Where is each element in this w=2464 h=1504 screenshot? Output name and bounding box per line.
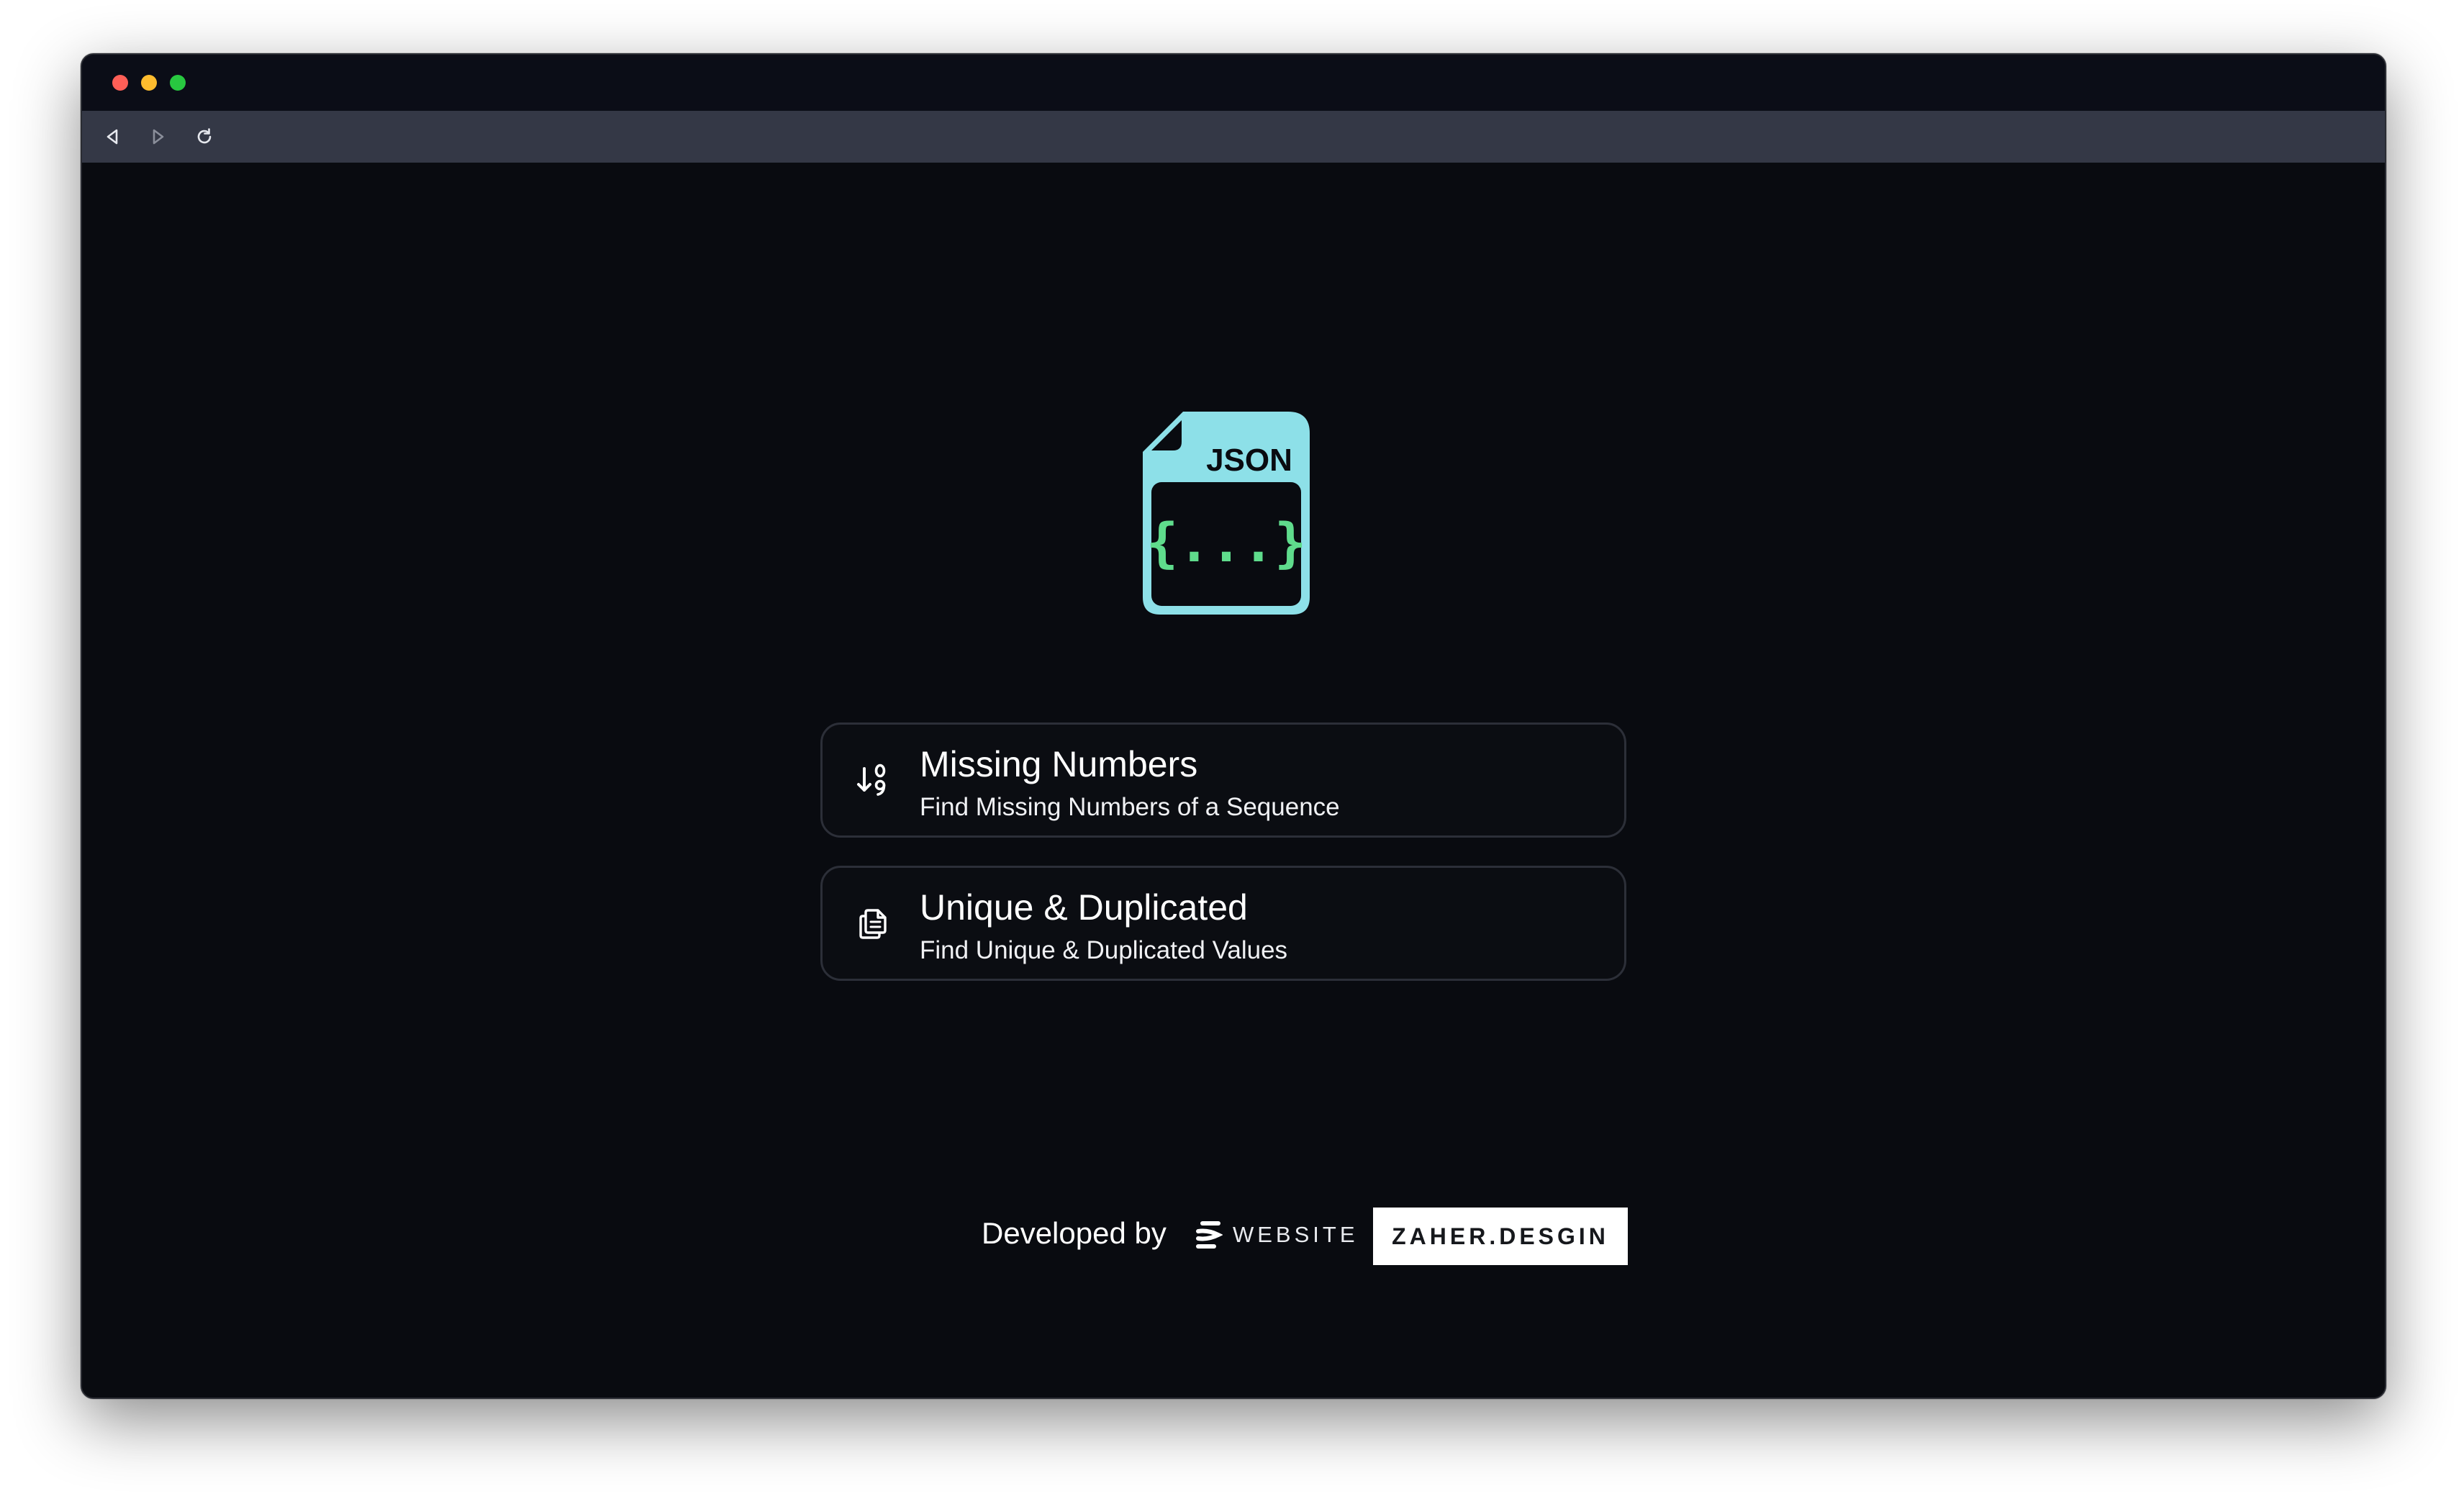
back-button[interactable]: [99, 124, 125, 150]
website-label: WEBSITE: [1233, 1222, 1359, 1247]
card-title: Unique & Duplicated: [920, 887, 1248, 928]
brand-badge[interactable]: ZAHER.DESGIN: [1373, 1208, 1628, 1265]
developed-by-label: Developed by: [982, 1216, 1167, 1250]
browser-toolbar: [82, 111, 2385, 163]
reload-button[interactable]: [191, 124, 217, 150]
logo-label: JSON: [1206, 443, 1292, 478]
card-subtitle: Find Missing Numbers of a Sequence: [920, 793, 1340, 821]
title-bar: [82, 55, 2385, 111]
brand-name: ZAHER.DESGIN: [1392, 1223, 1609, 1249]
close-window-button[interactable]: [112, 75, 128, 91]
unique-duplicated-card[interactable]: Unique & Duplicated Find Unique & Duplic…: [820, 866, 1626, 981]
browser-window: JSON {...} Missing Numbers Find Missing …: [81, 53, 2386, 1399]
card-subtitle: Find Unique & Duplicated Values: [920, 936, 1288, 964]
missing-numbers-card[interactable]: Missing Numbers Find Missing Numbers of …: [820, 722, 1626, 838]
maximize-window-button[interactable]: [170, 75, 186, 91]
minimize-window-button[interactable]: [141, 75, 157, 91]
website-link[interactable]: WEBSITE: [1194, 1215, 1359, 1255]
reload-icon: [197, 128, 212, 144]
files-icon: [854, 905, 892, 942]
card-title: Missing Numbers: [920, 744, 1198, 784]
forward-icon: [153, 129, 164, 145]
page-content: JSON {...} Missing Numbers Find Missing …: [82, 163, 2385, 1397]
forward-button[interactable]: [145, 124, 171, 150]
sort-numeric-down-icon: [854, 761, 892, 799]
json-file-logo: JSON {...}: [1143, 412, 1310, 615]
back-icon: [107, 129, 118, 145]
website-logo-icon: [1196, 1221, 1223, 1249]
logo-glyph: {...}: [1146, 512, 1307, 574]
